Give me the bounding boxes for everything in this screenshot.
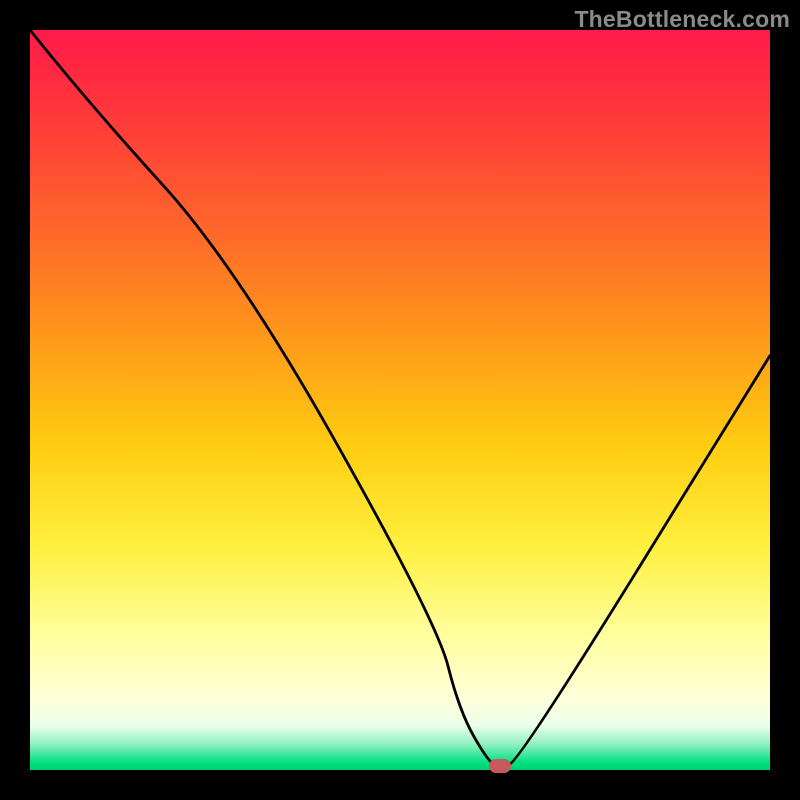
chart-frame: TheBottleneck.com xyxy=(0,0,800,800)
bottleneck-curve xyxy=(30,30,770,770)
optimal-point-marker xyxy=(489,759,511,773)
attribution-label: TheBottleneck.com xyxy=(574,6,790,33)
plot-area xyxy=(30,30,770,770)
